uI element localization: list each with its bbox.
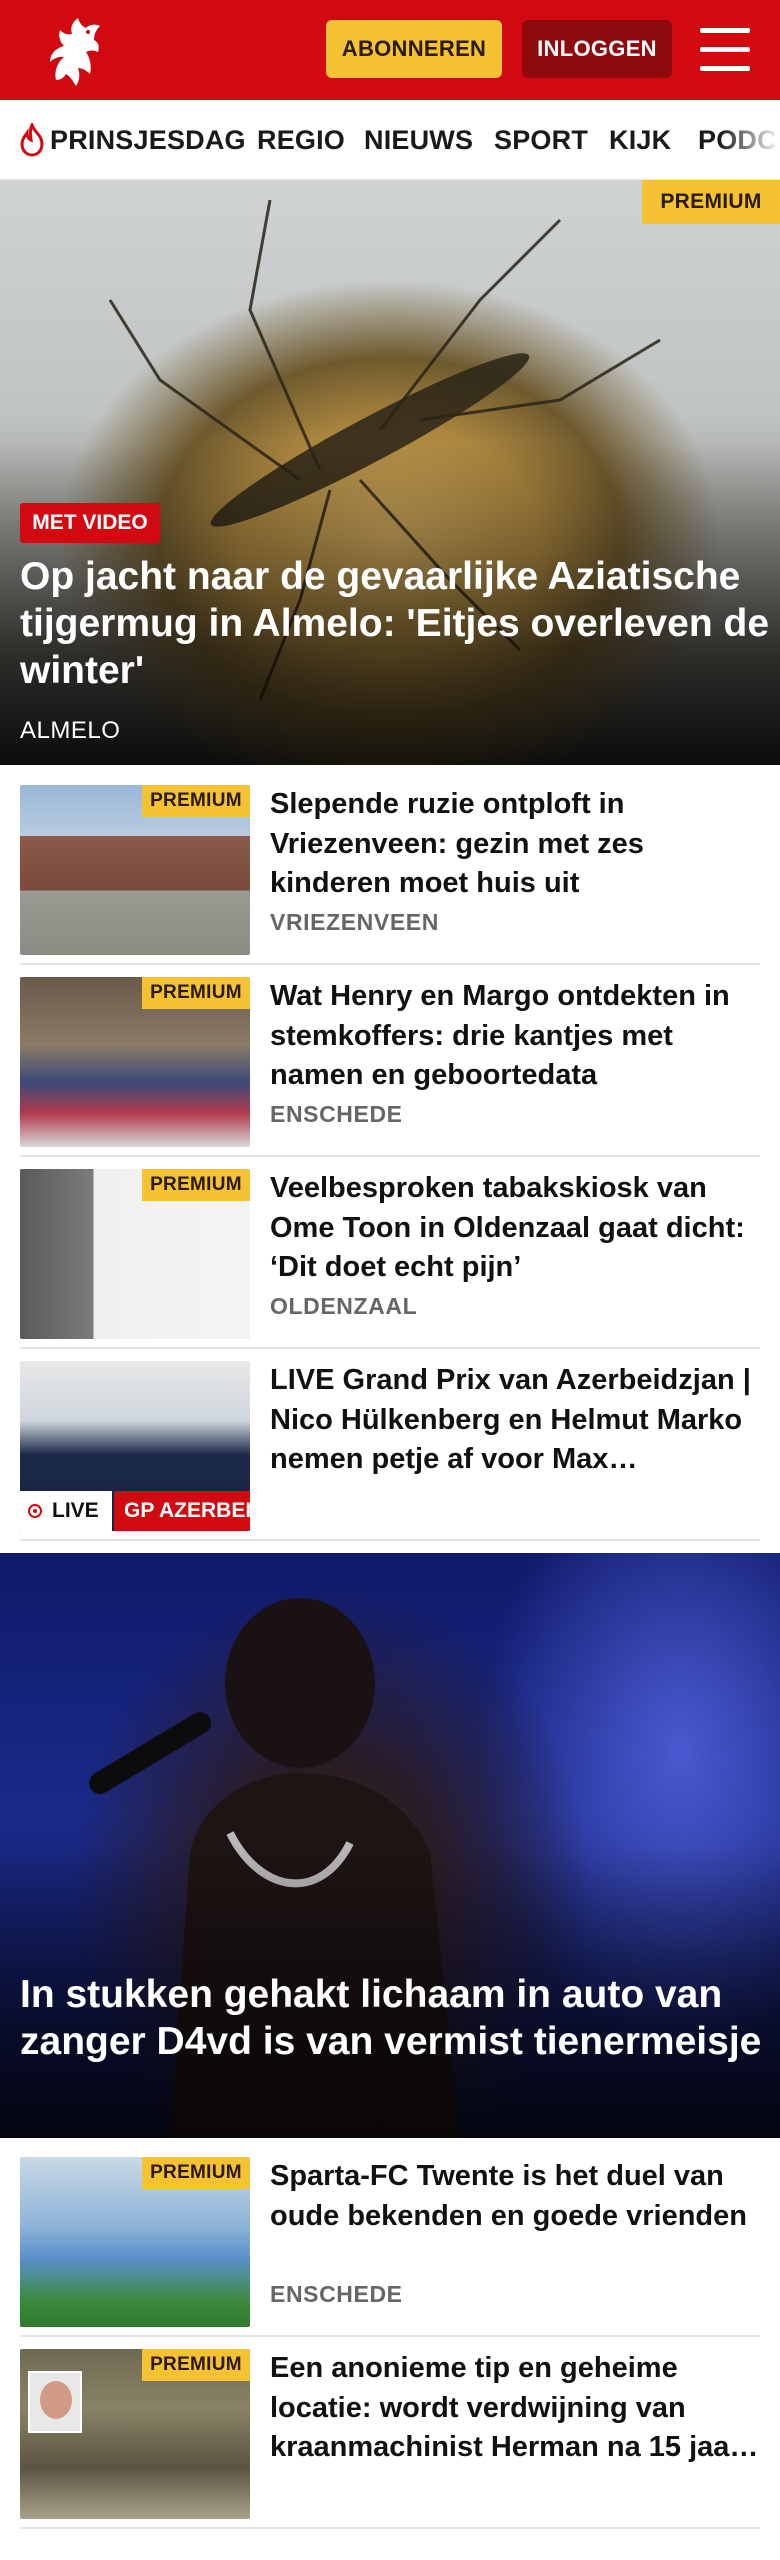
live-dot-icon bbox=[28, 1504, 42, 1518]
premium-badge: PREMIUM bbox=[142, 2157, 250, 2189]
article-title[interactable]: Slepende ruzie ontploft in Vriezenveen: … bbox=[270, 785, 760, 904]
premium-badge: PREMIUM bbox=[142, 2349, 250, 2381]
article-item[interactable]: PREMIUM Veelbesproken tabakskiosk van Om… bbox=[20, 1169, 760, 1349]
article-title[interactable]: Sparta-FC Twente is het duel van oude be… bbox=[270, 2157, 760, 2236]
nav-item-regio[interactable]: REGIO bbox=[257, 100, 346, 179]
article-thumbnail[interactable]: PREMIUM bbox=[20, 2349, 250, 2519]
article-location: OLDENZAAL bbox=[270, 1293, 418, 1319]
horse-logo-icon[interactable] bbox=[36, 10, 108, 90]
hero-title[interactable]: Op jacht naar de gevaarlijke Aziatische … bbox=[20, 554, 770, 694]
nav-item-label: NIEUWS bbox=[364, 124, 474, 155]
article-item[interactable]: PREMIUM Slepende ruzie ontploft in Vriez… bbox=[20, 785, 760, 965]
article-thumbnail[interactable]: PREMIUM bbox=[20, 1169, 250, 1339]
hero-article-tigermosquito[interactable]: PREMIUM MET VIDEO Op jacht naar de gevaa… bbox=[0, 180, 780, 765]
premium-badge: PREMIUM bbox=[142, 1169, 250, 1201]
nav-item-label: SPORT bbox=[494, 124, 589, 155]
nav-item-prinsjesdag[interactable]: PRINSJESDAG bbox=[18, 100, 246, 179]
menu-icon[interactable] bbox=[700, 28, 752, 72]
portrait-inset bbox=[28, 2371, 82, 2433]
premium-badge: PREMIUM bbox=[142, 785, 250, 817]
live-label: LIVE bbox=[52, 1499, 99, 1522]
premium-badge: PREMIUM bbox=[642, 180, 780, 224]
nav-item-label: KIJK bbox=[609, 124, 672, 155]
live-badge: LIVE bbox=[20, 1491, 112, 1531]
article-location: ENSCHEDE bbox=[270, 1101, 403, 1127]
login-button[interactable]: INLOGGEN bbox=[522, 20, 672, 78]
nav-fade bbox=[720, 100, 780, 179]
article-thumbnail[interactable]: PREMIUM bbox=[20, 2157, 250, 2327]
nav-item-kijk[interactable]: KIJK bbox=[609, 100, 672, 179]
hero-location: ALMELO bbox=[20, 717, 121, 744]
nav-item-label: PRINSJESDAG bbox=[50, 124, 246, 155]
article-thumbnail[interactable]: PREMIUM bbox=[20, 785, 250, 955]
article-title[interactable]: Een anonieme tip en geheime locatie: wor… bbox=[270, 2349, 760, 2468]
section-nav: PRINSJESDAG REGIO NIEUWS SPORT KIJK PODC… bbox=[0, 100, 780, 180]
video-badge: MET VIDEO bbox=[20, 503, 160, 543]
subscribe-button[interactable]: ABONNEREN bbox=[326, 20, 502, 78]
article-thumbnail[interactable]: LIVE GP AZERBEIDZJAN bbox=[20, 1361, 250, 1531]
top-bar: ABONNEREN INLOGGEN bbox=[0, 0, 780, 100]
article-title[interactable]: LIVE Grand Prix van Azerbeidzjan | Nico … bbox=[270, 1361, 760, 1480]
hero-title[interactable]: In stukken gehakt lichaam in auto van za… bbox=[20, 1972, 770, 2066]
nav-item-sport[interactable]: SPORT bbox=[494, 100, 589, 179]
article-location: ENSCHEDE bbox=[270, 2281, 403, 2307]
live-row: LIVE GP AZERBEIDZJAN bbox=[20, 1491, 250, 1531]
flame-icon bbox=[20, 123, 44, 157]
article-title[interactable]: Veelbesproken tabakskiosk van Ome Toon i… bbox=[270, 1169, 760, 1288]
article-item[interactable]: PREMIUM Wat Henry en Margo ontdekten in … bbox=[20, 977, 760, 1157]
nav-item-label: REGIO bbox=[257, 124, 346, 155]
article-item[interactable]: PREMIUM Een anonieme tip en geheime loca… bbox=[20, 2349, 760, 2529]
article-location: VRIEZENVEEN bbox=[270, 909, 439, 935]
article-title[interactable]: Wat Henry en Margo ontdekten in stemkoff… bbox=[270, 977, 760, 1096]
topic-tag[interactable]: GP AZERBEIDZJAN bbox=[114, 1491, 250, 1531]
article-item-live[interactable]: LIVE GP AZERBEIDZJAN LIVE Grand Prix van… bbox=[20, 1361, 760, 1541]
topic-tag-label: GP AZERBEIDZJAN bbox=[124, 1499, 250, 1522]
hero-article-d4vd[interactable]: In stukken gehakt lichaam in auto van za… bbox=[0, 1553, 780, 2138]
article-item[interactable]: PREMIUM Sparta-FC Twente is het duel van… bbox=[20, 2157, 760, 2337]
premium-badge: PREMIUM bbox=[142, 977, 250, 1009]
nav-item-nieuws[interactable]: NIEUWS bbox=[364, 100, 474, 179]
article-thumbnail[interactable]: PREMIUM bbox=[20, 977, 250, 1147]
